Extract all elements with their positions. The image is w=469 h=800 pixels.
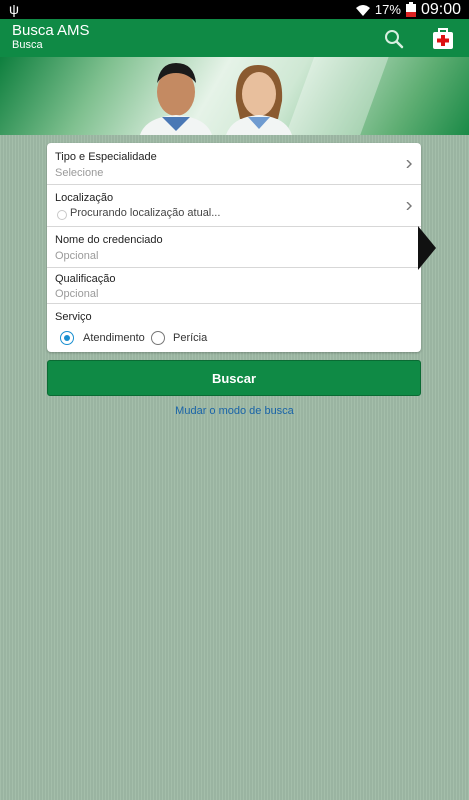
chevron-right-icon [406,202,412,210]
servico-row: Serviço Atendimento Perícia [47,304,421,352]
battery-percent: 17% [374,2,401,17]
wifi-icon [355,4,370,16]
radio-pericia[interactable] [151,331,165,345]
search-form: Tipo e Especialidade Selecione Localizaç… [47,143,421,352]
mudar-modo-busca-link[interactable]: Mudar o modo de busca [0,405,469,417]
status-right: 17% 09:00 [355,0,461,19]
doctors-image [140,63,292,135]
battery-alert-icon [405,1,416,17]
clock: 09:00 [420,0,461,18]
nome-credenciado-row[interactable]: Nome do credenciado Opcional [47,227,421,268]
side-panel-handle[interactable] [418,226,436,270]
qualificacao-input[interactable]: Opcional [55,288,98,300]
buscar-button[interactable]: Buscar [47,360,421,396]
status-bar: ψ 17% 09:00 [0,0,469,19]
search-icon[interactable] [382,27,406,51]
tipo-especialidade-label: Tipo e Especialidade [55,151,157,163]
atendimento-label[interactable]: Atendimento [83,332,145,344]
header-banner [0,57,469,135]
loading-spinner-icon [57,210,67,220]
app-subtitle: Busca [12,39,43,51]
localizacao-label: Localização [55,192,114,204]
tipo-especialidade-value: Selecione [55,167,104,179]
nome-credenciado-label: Nome do credenciado [55,234,163,246]
action-bar: Busca AMS Busca [0,19,469,57]
pericia-label[interactable]: Perícia [173,332,207,344]
app-title: Busca AMS [12,22,90,39]
tipo-especialidade-row[interactable]: Tipo e Especialidade Selecione [47,143,421,185]
radio-atendimento[interactable] [60,331,74,345]
localizacao-row[interactable]: Localização Procurando localização atual… [47,185,421,227]
chevron-right-icon [406,160,412,168]
servico-label: Serviço [55,311,92,323]
nome-credenciado-input[interactable]: Opcional [55,250,98,262]
qualificacao-label: Qualificação [55,273,116,285]
qualificacao-row[interactable]: Qualificação Opcional [47,268,421,304]
usb-icon: ψ [9,1,19,17]
medical-kit-icon[interactable] [432,28,454,50]
localizacao-value: Procurando localização atual... [70,207,221,219]
